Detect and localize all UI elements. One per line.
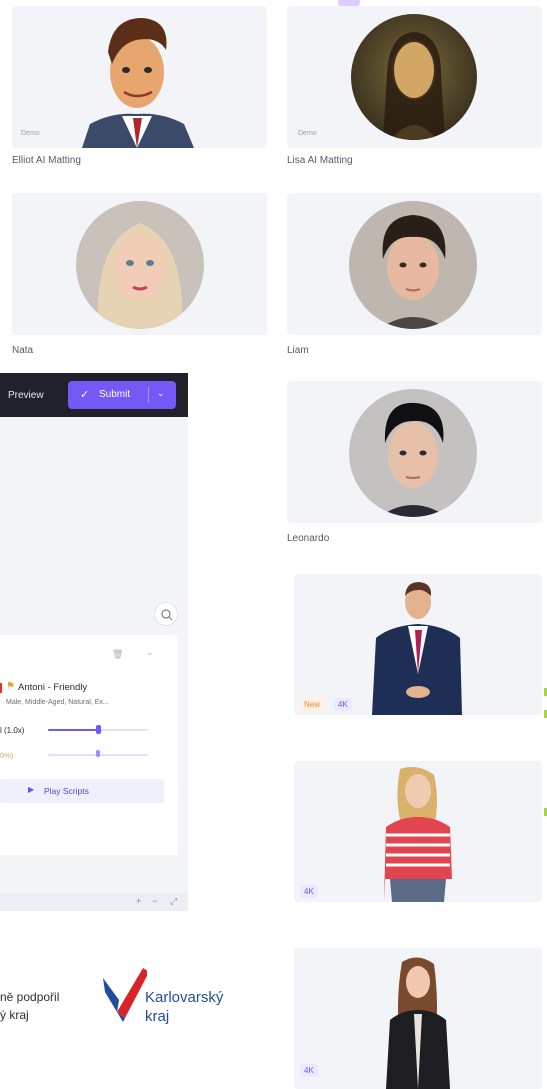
avatar-card-liam[interactable]	[287, 193, 542, 335]
chevron-down-icon[interactable]: ⌄	[146, 647, 154, 658]
zoom-button[interactable]	[154, 602, 178, 626]
submit-divider	[148, 387, 149, 403]
canvas-controls: + − ⤢	[0, 893, 188, 911]
cartoon-man-illustration	[82, 18, 194, 148]
pitch-slider-handle[interactable]	[96, 750, 100, 757]
script-panel: 🗑 ⌄ ⚑ Antoni - Friendly Male, Middle-Age…	[0, 635, 178, 855]
presenter-woman-dark-figure	[386, 957, 450, 1089]
speed-slider-fill	[48, 729, 98, 731]
presenter-man-figure	[372, 582, 462, 715]
editor-toolbar: Preview ✓ Submit ⌄	[0, 373, 188, 417]
avatar-name-lisa: Lisa AI Matting	[287, 155, 353, 166]
fit-screen-button[interactable]: ⤢	[170, 896, 177, 907]
zoom-in-button[interactable]: +	[136, 896, 141, 906]
video-avatar-card-1[interactable]: New 4K	[294, 574, 542, 715]
avatar-card-leonardo[interactable]	[287, 381, 542, 523]
speed-label: l (1.0x)	[0, 726, 25, 735]
zoom-icon	[161, 609, 173, 621]
karlovarsky-kraj-logo-mark	[103, 968, 147, 1022]
avatar-card-nata[interactable]	[12, 193, 267, 335]
avatar-name-liam: Liam	[287, 345, 309, 356]
voice-description: Male, Middle-Aged, Natural, Ex...	[6, 699, 109, 706]
avatar-name-leonardo: Leonardo	[287, 533, 330, 544]
voice-flag-icon: ⚑	[6, 681, 15, 692]
demo-label: Demo	[298, 130, 317, 137]
demo-label: Demo	[21, 130, 40, 137]
new-badge: New	[300, 698, 325, 711]
support-text-line-1: ně podpořil	[0, 990, 60, 1004]
check-icon: ✓	[80, 389, 90, 401]
play-icon: ▶	[28, 785, 35, 794]
4k-badge: 4K	[300, 1064, 318, 1077]
video-editor-panel: Preview ✓ Submit ⌄ 🗑 ⌄ ⚑ Antoni - Friend…	[0, 373, 188, 911]
avatar-card-lisa[interactable]: Demo	[287, 6, 542, 148]
video-avatar-card-2[interactable]: 4K	[294, 761, 542, 902]
video-avatar-card-3[interactable]: 4K	[294, 948, 542, 1089]
avatar-name-nata: Nata	[12, 345, 34, 356]
zoom-out-button[interactable]: −	[152, 896, 157, 906]
flag-edge	[0, 683, 2, 693]
play-scripts-button[interactable]: ▶ Play Scripts	[0, 779, 164, 803]
avatar-card-elliot[interactable]: Demo	[12, 6, 267, 148]
page: Demo Elliot AI Matting Demo Lisa AI Matt…	[0, 0, 547, 1089]
logo-text-line-2: kraj	[145, 1008, 170, 1025]
4k-badge: 4K	[300, 885, 318, 898]
voice-name[interactable]: Antoni - Friendly	[18, 682, 87, 693]
mona-lisa-portrait	[351, 14, 477, 140]
preview-button[interactable]: Preview	[8, 390, 44, 401]
dark-haired-man-portrait	[349, 201, 477, 329]
support-text-line-2: ý kraj	[0, 1008, 29, 1022]
chevron-down-icon[interactable]: ⌄	[157, 388, 165, 399]
speed-slider-handle[interactable]	[96, 725, 101, 734]
presenter-woman-figure	[384, 767, 452, 902]
4k-badge: 4K	[334, 698, 352, 711]
avatar-name-elliot: Elliot AI Matting	[12, 155, 81, 166]
black-haired-man-portrait	[349, 389, 477, 517]
blonde-woman-portrait	[76, 201, 204, 329]
submit-label: Submit	[99, 389, 131, 400]
trash-icon[interactable]: 🗑	[112, 649, 123, 660]
pitch-label: 0%)	[0, 751, 14, 760]
play-scripts-label: Play Scripts	[44, 786, 89, 796]
submit-button[interactable]: ✓ Submit ⌄	[68, 381, 176, 409]
logo-text-line-1: Karlovarský	[145, 989, 224, 1006]
